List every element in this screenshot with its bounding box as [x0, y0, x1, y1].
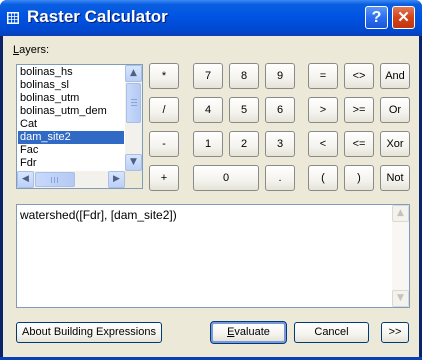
- less-equal-button[interactable]: <=: [344, 131, 374, 157]
- digit-0-button[interactable]: 0: [193, 165, 259, 191]
- not-equal-button[interactable]: <>: [344, 63, 374, 89]
- not-button[interactable]: Not: [380, 165, 410, 191]
- help-button[interactable]: ?: [365, 6, 388, 29]
- close-button[interactable]: ✕: [392, 6, 415, 29]
- layer-item-cat[interactable]: Cat: [18, 118, 124, 131]
- scrollbar-corner: [125, 171, 142, 188]
- expression-scroll-up-arrow-icon[interactable]: ▲: [392, 205, 409, 222]
- subtract-button[interactable]: -: [149, 131, 179, 157]
- evaluate-label: valuate: [234, 326, 270, 338]
- layers-label: Layers:: [13, 44, 49, 56]
- digit-4-button[interactable]: 4: [193, 97, 223, 123]
- layers-label-text: ayers:: [19, 44, 50, 56]
- digit-3-button[interactable]: 3: [265, 131, 295, 157]
- digit-8-button[interactable]: 8: [229, 63, 259, 89]
- digit-1-button[interactable]: 1: [193, 131, 223, 157]
- layer-item-bolinas-utm-dem[interactable]: bolinas_utm_dem: [18, 105, 124, 118]
- decimal-point-button[interactable]: .: [265, 165, 295, 191]
- layer-item-dam-site2[interactable]: dam_site2: [18, 131, 124, 144]
- or-button[interactable]: Or: [380, 97, 410, 123]
- window-title: Raster Calculator: [27, 7, 168, 26]
- layer-item-bolinas-hs[interactable]: bolinas_hs: [18, 66, 124, 79]
- scroll-right-arrow-icon[interactable]: ▶: [108, 171, 125, 188]
- expression-text: watershed([Fdr], [dam_site2]): [20, 208, 177, 222]
- digit-2-button[interactable]: 2: [229, 131, 259, 157]
- calculator-icon: [7, 12, 19, 24]
- layer-item-fdr[interactable]: Fdr: [18, 157, 124, 170]
- xor-button[interactable]: Xor: [380, 131, 410, 157]
- equals-button[interactable]: =: [308, 63, 338, 89]
- layers-list: bolinas_hs bolinas_sl bolinas_utm bolina…: [18, 66, 124, 170]
- digit-7-button[interactable]: 7: [193, 63, 223, 89]
- multiply-button[interactable]: *: [149, 63, 179, 89]
- digit-9-button[interactable]: 9: [265, 63, 295, 89]
- expression-textarea[interactable]: watershed([Fdr], [dam_site2]) ▲ ▼: [16, 204, 410, 308]
- close-paren-button[interactable]: ): [344, 165, 374, 191]
- scroll-up-arrow-icon[interactable]: ▲: [125, 65, 142, 82]
- about-building-expressions-button[interactable]: About Building Expressions: [16, 322, 162, 343]
- digit-5-button[interactable]: 5: [229, 97, 259, 123]
- scroll-left-arrow-icon[interactable]: ◀: [17, 171, 34, 188]
- layers-vscroll-thumb[interactable]: [126, 83, 141, 123]
- open-paren-button[interactable]: (: [308, 165, 338, 191]
- layer-item-fac[interactable]: Fac: [18, 144, 124, 157]
- layers-hscroll-thumb[interactable]: [35, 172, 75, 187]
- greater-than-button[interactable]: >: [308, 97, 338, 123]
- expression-vertical-scrollbar[interactable]: ▲ ▼: [392, 205, 409, 307]
- add-button[interactable]: +: [149, 165, 179, 191]
- and-button[interactable]: And: [380, 63, 410, 89]
- raster-calculator-window: Raster Calculator ? ✕ Layers: bolinas_hs…: [0, 0, 422, 360]
- title-bar[interactable]: Raster Calculator ? ✕: [0, 0, 422, 36]
- scroll-down-arrow-icon[interactable]: ▼: [125, 154, 142, 171]
- cancel-button[interactable]: Cancel: [294, 322, 369, 343]
- layer-item-bolinas-sl[interactable]: bolinas_sl: [18, 79, 124, 92]
- layers-vertical-scrollbar[interactable]: ▲ ▼: [125, 65, 142, 171]
- less-than-button[interactable]: <: [308, 131, 338, 157]
- expression-scroll-down-arrow-icon[interactable]: ▼: [392, 290, 409, 307]
- dialog-body: Layers: bolinas_hs bolinas_sl bolinas_ut…: [3, 36, 419, 357]
- divide-button[interactable]: /: [149, 97, 179, 123]
- greater-equal-button[interactable]: >=: [344, 97, 374, 123]
- layer-item-bolinas-utm[interactable]: bolinas_utm: [18, 92, 124, 105]
- digit-6-button[interactable]: 6: [265, 97, 295, 123]
- layers-horizontal-scrollbar[interactable]: ◀ ▶: [17, 171, 125, 188]
- expand-button[interactable]: >>: [381, 322, 409, 343]
- layers-listbox[interactable]: bolinas_hs bolinas_sl bolinas_utm bolina…: [16, 64, 143, 189]
- evaluate-button[interactable]: Evaluate: [210, 321, 287, 344]
